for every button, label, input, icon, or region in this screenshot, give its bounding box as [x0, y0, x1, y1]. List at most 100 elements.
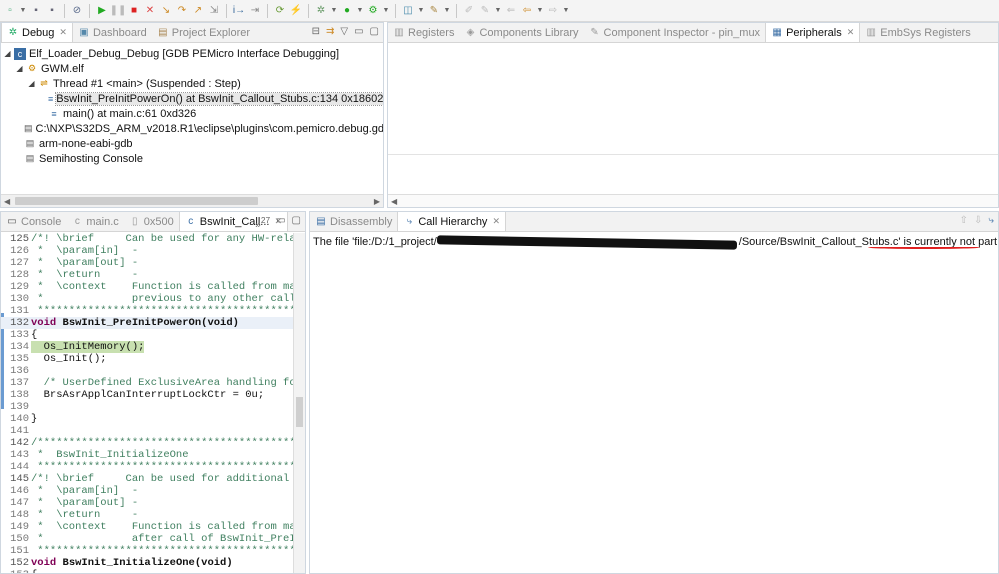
horizontal-scrollbar[interactable]: ◀ [388, 194, 998, 207]
chevron-down-icon[interactable]: ▼ [356, 4, 364, 18]
step-over-icon[interactable]: ↷ [175, 4, 189, 18]
callers-icon[interactable]: ⇧ [960, 215, 968, 226]
back-icon[interactable]: ⇦ [520, 4, 534, 18]
suspend-icon[interactable]: ❚❚ [110, 4, 127, 18]
refresh-icon[interactable]: ⟳ [273, 4, 287, 18]
scrollbar-thumb[interactable] [296, 397, 303, 427]
step-into-icon[interactable]: ↘ [159, 4, 173, 18]
code-line[interactable]: 133{ [1, 329, 293, 341]
close-icon[interactable]: ✕ [492, 216, 500, 227]
resume-icon[interactable]: ▶ [95, 4, 109, 18]
external-tools-icon[interactable]: ⚙ [366, 4, 380, 18]
horizontal-scrollbar[interactable]: ◀ ▶ [1, 194, 383, 207]
tab-embsys-registers[interactable]: ▥ EmbSys Registers [860, 23, 975, 42]
collapse-triangle-icon[interactable]: ◢ [3, 49, 12, 58]
run-icon[interactable]: ● [340, 4, 354, 18]
code-line[interactable]: 150 * after call of BswInit_PreInitPow [1, 533, 293, 545]
code-line[interactable]: 143 * BswInit_InitializeOne [1, 449, 293, 461]
code-line[interactable]: 148 * \return - [1, 509, 293, 521]
terminate-icon[interactable]: ■ [127, 4, 141, 18]
maximize-icon[interactable]: ▢ [292, 215, 301, 230]
step-filters-icon[interactable]: ⇉ [326, 26, 334, 37]
tree-item-process[interactable]: ▤ C:\NXP\S32DS_ARM_v2018.R1\eclipse\plug… [1, 121, 383, 136]
collapse-all-icon[interactable]: ⊟ [312, 26, 320, 37]
callees-icon[interactable]: ⇩ [974, 215, 982, 226]
tab-debug[interactable]: ✲ Debug ✕ [1, 23, 73, 42]
lightning-icon[interactable]: ⚡ [289, 4, 303, 18]
tab-components-library[interactable]: ◈ Components Library [459, 23, 583, 42]
chevron-down-icon[interactable]: ▼ [536, 4, 544, 18]
tab-component-inspector[interactable]: ✎ Component Inspector - pin_mux [584, 23, 766, 42]
minimize-icon[interactable]: ▭ [354, 26, 363, 37]
code-line[interactable]: 152 void BswInit_InitializeOne(void) [1, 557, 293, 569]
code-line[interactable]: 125/*! \brief Can be used for any HW-rel… [1, 233, 293, 245]
forward-icon[interactable]: ⇨ [546, 4, 560, 18]
tree-item-stack-frame[interactable]: ≡ BswInit_PreInitPowerOn() at BswInit_Ca… [1, 91, 383, 106]
step-return-icon[interactable]: ↗ [191, 4, 205, 18]
code-line[interactable]: 139 [1, 401, 293, 413]
chevron-down-icon[interactable]: ▼ [330, 4, 338, 18]
code-line[interactable]: 130 * previous to any other call. [1, 293, 293, 305]
use-step-filters-icon[interactable]: ⇥ [248, 4, 262, 18]
chevron-down-icon[interactable]: ▼ [562, 4, 570, 18]
skip-breakpoints-icon[interactable]: ⊘ [70, 4, 84, 18]
scroll-right-icon[interactable]: ▶ [374, 195, 380, 207]
debug-icon[interactable]: ✲ [314, 4, 328, 18]
tree-item-thread[interactable]: ◢ ⇌ Thread #1 <main> (Suspended : Step) [1, 76, 383, 91]
code-line[interactable]: 153{ [1, 569, 293, 573]
code-line[interactable]: 140} [1, 413, 293, 425]
last-edit-icon[interactable]: ⇐ [504, 4, 518, 18]
code-line[interactable]: 149 * \context Function is called from m… [1, 521, 293, 533]
code-line[interactable]: 144 ************************************… [1, 461, 293, 473]
vertical-scrollbar[interactable] [293, 233, 305, 573]
chevron-down-icon[interactable]: ▼ [443, 4, 451, 18]
code-line[interactable]: 151 ************************************… [1, 545, 293, 557]
minimize-icon[interactable]: ▭ [276, 215, 285, 230]
close-icon[interactable]: ✕ [59, 27, 67, 38]
call-hierarchy-icon[interactable]: ⤷ [988, 215, 994, 226]
instruction-stepping-icon[interactable]: i→ [232, 4, 246, 18]
code-line[interactable]: 131 ************************************… [1, 305, 293, 317]
maximize-icon[interactable]: ▢ [370, 26, 379, 37]
code-line[interactable]: 126 * \param[in] - [1, 245, 293, 257]
tree-item-gdb[interactable]: ▤ arm-none-eabi-gdb [1, 136, 383, 151]
tree-item-semihosting[interactable]: ▤ Semihosting Console [1, 151, 383, 166]
code-line[interactable]: 129 * \context Function is called from m… [1, 281, 293, 293]
code-line[interactable]: 135 Os_Init(); [1, 353, 293, 365]
collapse-triangle-icon[interactable]: ◢ [27, 79, 36, 88]
code-line[interactable]: 132 void BswInit_PreInitPowerOn(void) [1, 317, 293, 329]
chevron-down-icon[interactable]: ▼ [19, 4, 27, 18]
disconnect-icon[interactable]: ✕ [143, 4, 157, 18]
tab-dashboard[interactable]: ▣ Dashboard [73, 23, 152, 42]
scroll-left-icon[interactable]: ◀ [391, 195, 397, 207]
chevron-down-icon[interactable]: ▼ [417, 4, 425, 18]
chevron-down-icon[interactable]: ▼ [494, 4, 502, 18]
tab-disassembly[interactable]: ▤ Disassembly [310, 212, 397, 231]
tab-main-c[interactable]: c main.c [66, 212, 123, 231]
tab-console[interactable]: ▭ Console [1, 212, 66, 231]
code-line[interactable]: 134 Os_InitMemory(); [1, 341, 293, 353]
code-line[interactable]: 147 * \param[out] - [1, 497, 293, 509]
code-line[interactable]: 145/*! \brief Can be used for additional… [1, 473, 293, 485]
tab-memory[interactable]: ▯ 0x500 [124, 212, 179, 231]
tree-item-stack-frame[interactable]: ≡ main() at main.c:61 0xd326 [1, 106, 383, 121]
close-icon[interactable]: ✕ [847, 27, 855, 38]
open-type-icon[interactable]: ◫ [401, 4, 415, 18]
save-all-icon[interactable]: ▪ [45, 4, 59, 18]
tab-peripherals[interactable]: ▦ Peripherals ✕ [765, 23, 861, 42]
new-icon[interactable]: ▫ [3, 4, 17, 18]
drop-to-frame-icon[interactable]: ⇲ [207, 4, 221, 18]
code-line[interactable]: 146 * \param[in] - [1, 485, 293, 497]
tab-project-explorer[interactable]: ▤ Project Explorer [152, 23, 255, 42]
code-line[interactable]: 141 [1, 425, 293, 437]
scrollbar-thumb[interactable] [15, 197, 258, 205]
save-icon[interactable]: ▪ [29, 4, 43, 18]
scroll-left-icon[interactable]: ◀ [4, 195, 10, 207]
collapse-triangle-icon[interactable]: ◢ [15, 64, 24, 73]
tab-call-hierarchy[interactable]: ⤷ Call Hierarchy ✕ [397, 212, 506, 231]
pin-icon[interactable]: ✎ [427, 4, 441, 18]
overflow-tabs[interactable]: »27 [255, 215, 270, 230]
code-line[interactable]: 138 BrsAsrApplCanInterruptLockCtr = 0u; [1, 389, 293, 401]
code-line[interactable]: 137 /* UserDefined ExclusiveArea handlin… [1, 377, 293, 389]
view-menu-icon[interactable]: ▽ [340, 26, 348, 37]
